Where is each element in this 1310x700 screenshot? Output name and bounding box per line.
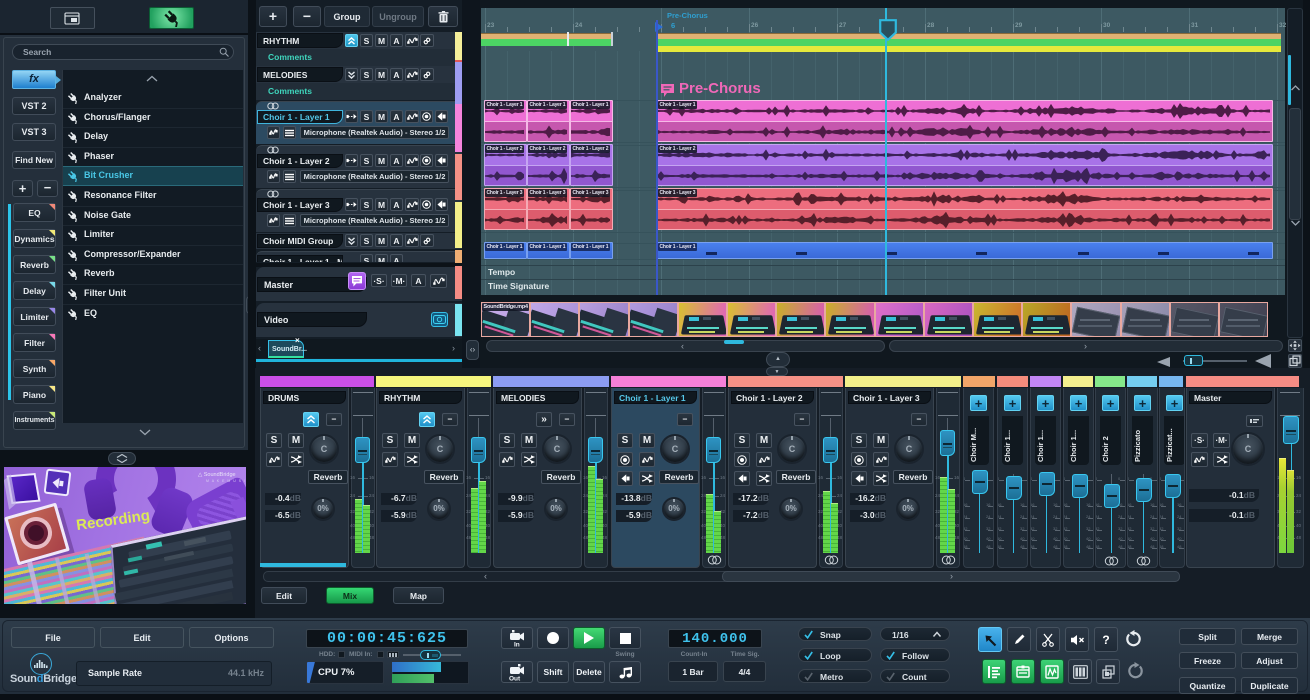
svg-text:In: In — [514, 642, 520, 648]
svg-text:Out: Out — [509, 676, 521, 682]
